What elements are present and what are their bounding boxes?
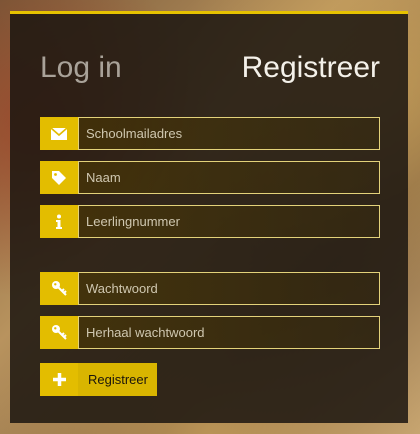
plus-icon <box>52 373 66 386</box>
student-number-input[interactable] <box>78 205 380 238</box>
register-button-label: Registreer <box>78 363 157 396</box>
register-button[interactable]: Registreer <box>40 363 157 396</box>
email-field-group <box>40 117 380 150</box>
register-panel: Log in Registreer Schoolmailadres Naam L… <box>10 11 408 423</box>
envelope-icon <box>51 127 67 140</box>
name-input[interactable] <box>78 161 380 194</box>
tag-icon-box <box>40 161 78 194</box>
email-input[interactable] <box>78 117 380 150</box>
tab-login[interactable]: Log in <box>40 50 122 86</box>
key-icon-box <box>40 316 78 349</box>
plus-icon-box <box>40 363 78 396</box>
password-field-group <box>40 272 380 305</box>
tag-icon <box>52 170 66 185</box>
student-number-field-group <box>40 205 380 238</box>
name-field-group <box>40 161 380 194</box>
info-icon <box>56 214 62 229</box>
key-icon <box>51 281 67 296</box>
repeat-password-field-group <box>40 316 380 349</box>
repeat-password-input[interactable] <box>78 316 380 349</box>
info-icon-box <box>40 205 78 238</box>
password-input[interactable] <box>78 272 380 305</box>
tab-register[interactable]: Registreer <box>242 50 380 86</box>
key-icon-box <box>40 272 78 305</box>
envelope-icon-box <box>40 117 78 150</box>
key-icon <box>51 325 67 340</box>
